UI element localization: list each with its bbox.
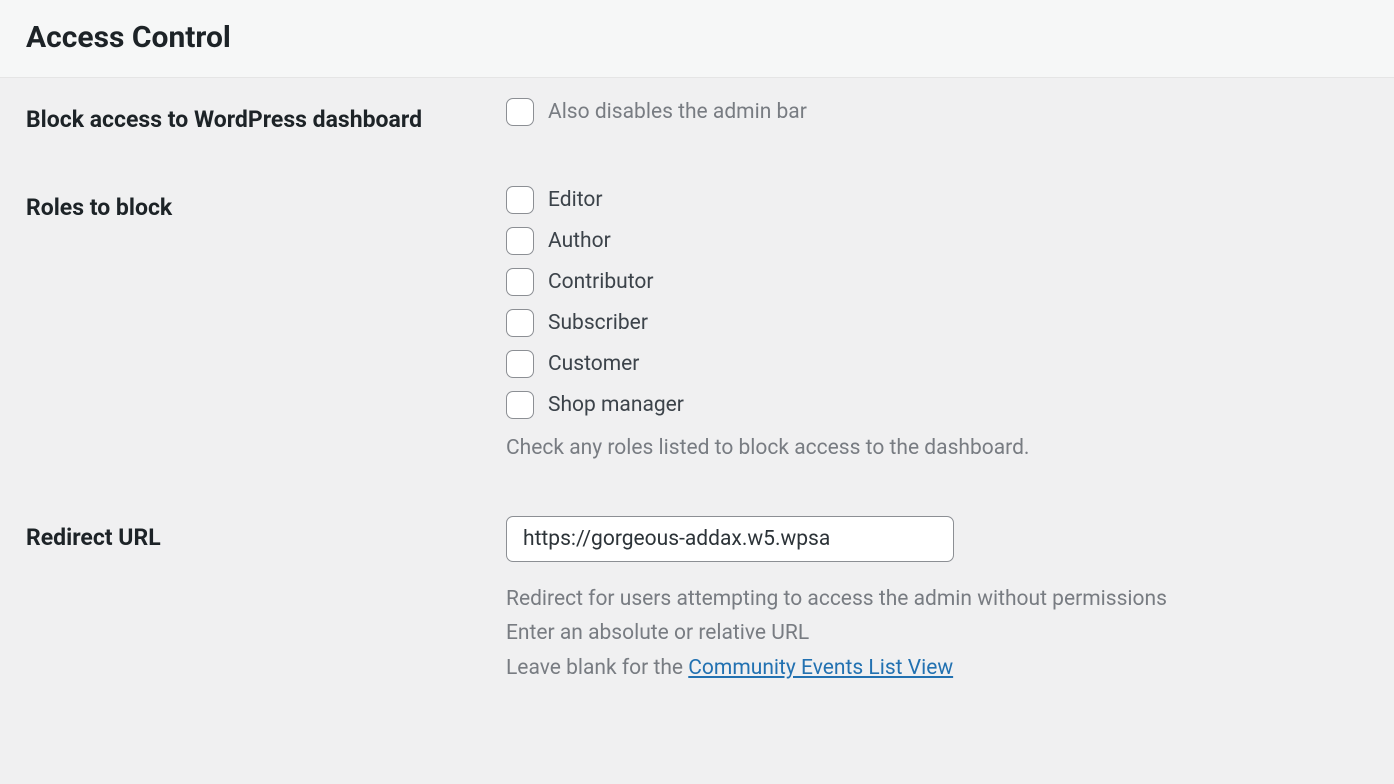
settings-table: Block access to WordPress dashboard Also…	[0, 78, 1394, 726]
role-customer-checkbox[interactable]	[506, 350, 534, 378]
block-access-checkbox-label[interactable]: Also disables the admin bar	[548, 100, 807, 124]
role-checkbox-wrap: Shop manager	[506, 391, 1368, 419]
role-checkbox-wrap: Subscriber	[506, 309, 1368, 337]
page-title: Access Control	[26, 20, 1368, 55]
roles-help-text: Check any roles listed to block access t…	[506, 432, 1368, 466]
setting-label: Block access to WordPress dashboard	[26, 98, 506, 136]
role-contributor-label[interactable]: Contributor	[548, 270, 653, 294]
role-subscriber-checkbox[interactable]	[506, 309, 534, 337]
role-author-checkbox[interactable]	[506, 227, 534, 255]
setting-label: Roles to block	[26, 186, 506, 224]
redirect-help-line3: Leave blank for the Community Events Lis…	[506, 651, 1368, 686]
role-editor-label[interactable]: Editor	[548, 188, 602, 212]
role-subscriber-label[interactable]: Subscriber	[548, 311, 648, 335]
role-checkbox-wrap: Contributor	[506, 268, 1368, 296]
redirect-url-label: Redirect URL	[26, 522, 446, 554]
section-header: Access Control	[0, 0, 1394, 78]
redirect-help-prefix: Leave blank for the	[506, 656, 688, 680]
roles-label: Roles to block	[26, 192, 446, 224]
setting-control: Also disables the admin bar	[506, 98, 1368, 126]
redirect-help: Redirect for users attempting to access …	[506, 582, 1368, 686]
setting-label: Redirect URL	[26, 516, 506, 554]
role-contributor-checkbox[interactable]	[506, 268, 534, 296]
setting-control: Redirect for users attempting to access …	[506, 516, 1368, 686]
block-access-label: Block access to WordPress dashboard	[26, 104, 446, 136]
role-shop-manager-label[interactable]: Shop manager	[548, 393, 684, 417]
community-events-link[interactable]: Community Events List View	[688, 656, 953, 680]
role-editor-checkbox[interactable]	[506, 186, 534, 214]
redirect-help-line1: Redirect for users attempting to access …	[506, 582, 1368, 617]
role-checkbox-wrap: Editor	[506, 186, 1368, 214]
role-author-label[interactable]: Author	[548, 229, 611, 253]
setting-redirect-url: Redirect URL Redirect for users attempti…	[26, 516, 1368, 686]
redirect-help-line2: Enter an absolute or relative URL	[506, 616, 1368, 651]
setting-roles-to-block: Roles to block Editor Author Contributor…	[26, 186, 1368, 466]
role-shop-manager-checkbox[interactable]	[506, 391, 534, 419]
block-access-checkbox[interactable]	[506, 98, 534, 126]
redirect-url-input[interactable]	[506, 516, 954, 562]
role-checkbox-wrap: Author	[506, 227, 1368, 255]
checkbox-wrap: Also disables the admin bar	[506, 98, 1368, 126]
role-checkbox-wrap: Customer	[506, 350, 1368, 378]
setting-block-access: Block access to WordPress dashboard Also…	[26, 98, 1368, 136]
role-customer-label[interactable]: Customer	[548, 352, 639, 376]
setting-control: Editor Author Contributor Subscriber Cus…	[506, 186, 1368, 466]
